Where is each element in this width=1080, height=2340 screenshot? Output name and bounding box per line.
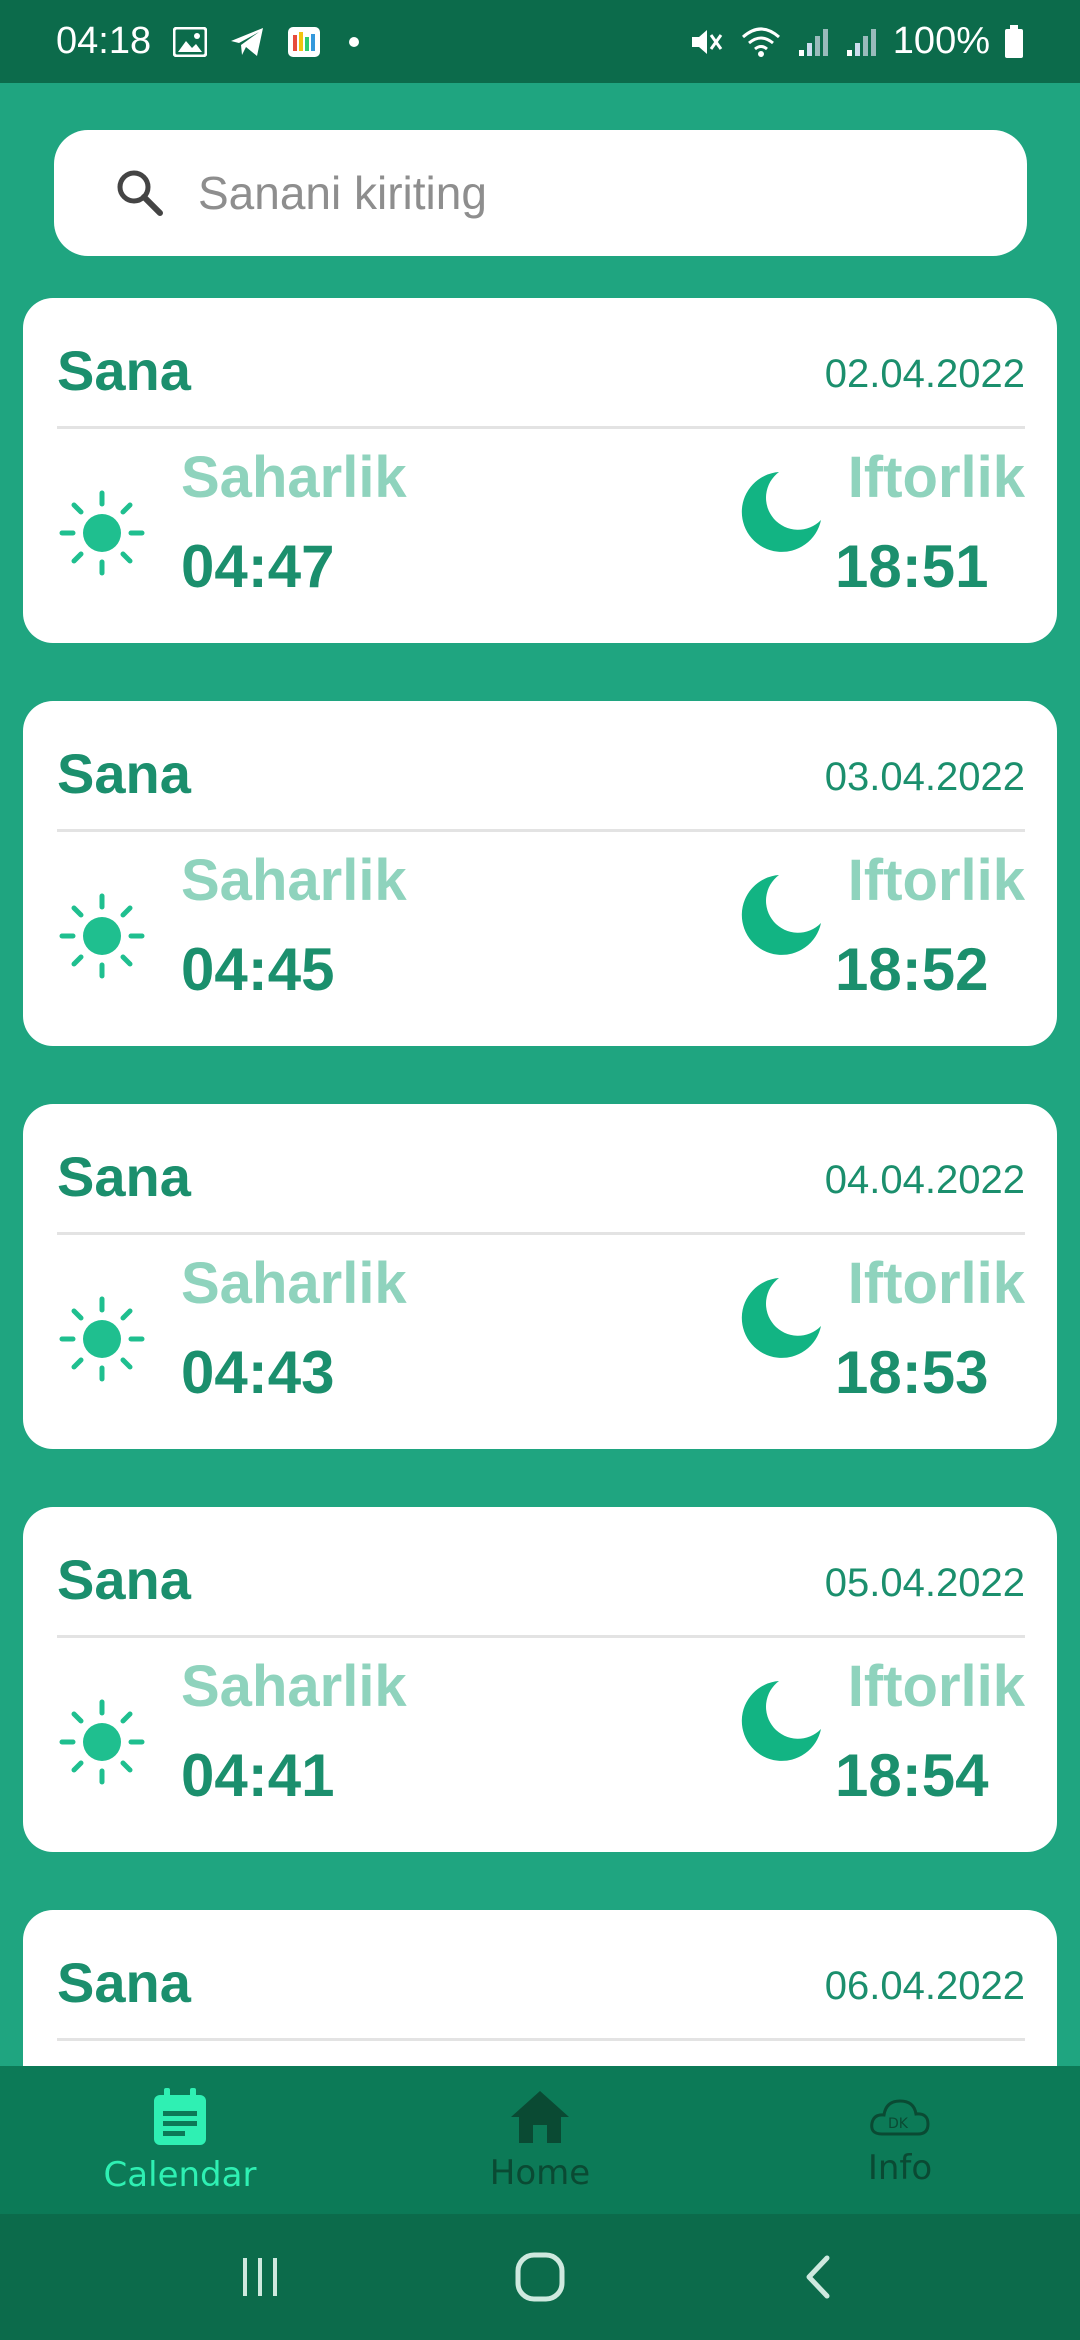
card-title: Sana — [57, 1145, 191, 1208]
sun-icon — [59, 490, 145, 576]
nav-calendar[interactable]: Calendar — [0, 2066, 360, 2214]
sun-icon — [59, 893, 145, 979]
card-date: 03.04.2022 — [824, 755, 1025, 799]
iftar-label: Iftorlik — [847, 1251, 1025, 1316]
card-divider — [57, 2038, 1025, 2041]
search-input[interactable] — [198, 166, 998, 220]
moon-icon — [741, 1681, 821, 1761]
card-divider — [57, 426, 1025, 429]
telegram-icon — [229, 26, 265, 58]
back-icon — [806, 2255, 830, 2299]
card-title: Sana — [57, 339, 191, 402]
nav-home-label: Home — [489, 2153, 591, 2193]
svg-text:DK: DK — [888, 2116, 909, 2132]
iftar-label: Iftorlik — [847, 1654, 1025, 1719]
home-icon — [511, 2091, 569, 2143]
back-button[interactable] — [775, 2232, 865, 2322]
card-date: 05.04.2022 — [824, 1561, 1025, 1605]
card-title: Sana — [57, 1951, 191, 2014]
card-date: 02.04.2022 — [824, 352, 1025, 396]
suhoor-label: Saharlik — [181, 848, 407, 913]
suhoor-time: 04:47 — [181, 533, 335, 600]
card-date: 04.04.2022 — [824, 1158, 1025, 1202]
recent-apps-button[interactable] — [215, 2232, 305, 2322]
nav-home[interactable]: Home — [360, 2066, 720, 2214]
mute-icon — [689, 25, 725, 59]
card-divider — [57, 1232, 1025, 1235]
home-circle-icon — [515, 2252, 565, 2302]
status-time: 04:18 — [56, 20, 152, 62]
calendar-icon — [154, 2088, 206, 2145]
suhoor-time: 04:41 — [181, 1742, 335, 1809]
sun-icon — [59, 1699, 145, 1785]
info-icon: DK — [870, 2099, 930, 2136]
app-icon — [287, 26, 321, 58]
nav-info[interactable]: DK Info — [720, 2066, 1080, 2214]
search-bar[interactable] — [54, 130, 1027, 256]
iftar-time: 18:51 — [835, 533, 989, 600]
suhoor-time: 04:45 — [181, 936, 335, 1003]
wifi-icon — [739, 25, 783, 59]
schedule-list[interactable]: Sana 02.04.2022 Saharlik 04:47 Iftorlik … — [0, 296, 1080, 2066]
moon-icon — [741, 1278, 821, 1358]
iftar-time: 18:54 — [835, 1742, 989, 1809]
signal-icon — [845, 26, 879, 58]
system-navigation-bar — [0, 2214, 1080, 2340]
suhoor-label: Saharlik — [181, 1251, 407, 1316]
notification-dot — [349, 36, 360, 47]
recent-apps-icon — [243, 2258, 277, 2296]
schedule-card[interactable]: Sana 04.04.2022 Saharlik 04:43 Iftorlik … — [23, 1104, 1057, 1449]
moon-icon — [741, 472, 821, 552]
iftar-time: 18:53 — [835, 1339, 989, 1406]
nav-calendar-label: Calendar — [103, 2155, 257, 2195]
card-divider — [57, 1635, 1025, 1638]
nav-info-label: Info — [867, 2148, 933, 2188]
iftar-label: Iftorlik — [847, 445, 1025, 510]
moon-icon — [741, 875, 821, 955]
schedule-card[interactable]: Sana 06.04.2022 — [23, 1910, 1057, 2066]
battery-percent: 100% — [892, 20, 990, 62]
signal-icon — [797, 26, 831, 58]
sun-icon — [59, 1296, 145, 1382]
schedule-card[interactable]: Sana 03.04.2022 Saharlik 04:45 Iftorlik … — [23, 701, 1057, 1046]
home-system-button[interactable] — [495, 2232, 585, 2322]
schedule-card[interactable]: Sana 05.04.2022 Saharlik 04:41 Iftorlik … — [23, 1507, 1057, 1852]
card-date: 06.04.2022 — [824, 1964, 1025, 2008]
suhoor-time: 04:43 — [181, 1339, 335, 1406]
suhoor-label: Saharlik — [181, 445, 407, 510]
bottom-navigation: Calendar Home DK Info — [0, 2066, 1080, 2214]
battery-icon — [1004, 24, 1024, 59]
iftar-time: 18:52 — [835, 936, 989, 1003]
card-divider — [57, 829, 1025, 832]
status-bar: 04:18 100% — [0, 0, 1080, 83]
gallery-icon — [173, 26, 208, 57]
card-title: Sana — [57, 1548, 191, 1611]
suhoor-label: Saharlik — [181, 1654, 407, 1719]
card-title: Sana — [57, 742, 191, 805]
schedule-card[interactable]: Sana 02.04.2022 Saharlik 04:47 Iftorlik … — [23, 298, 1057, 643]
iftar-label: Iftorlik — [847, 848, 1025, 913]
search-icon — [110, 163, 170, 223]
